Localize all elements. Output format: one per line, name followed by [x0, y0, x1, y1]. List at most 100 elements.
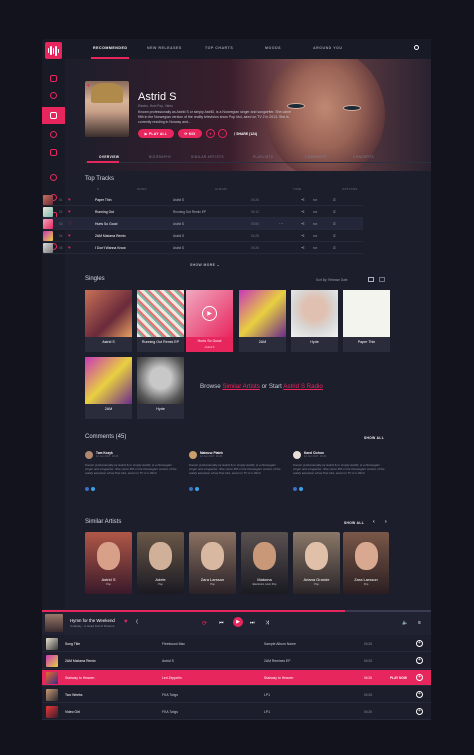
add-icon[interactable]: +	[416, 708, 423, 715]
playlist-add-icon[interactable]: ▭	[313, 197, 317, 203]
queue-add-icon[interactable]: ≡	[333, 209, 336, 214]
library-icon[interactable]	[50, 75, 57, 82]
queue-icon[interactable]: ≡	[418, 620, 421, 626]
heart-icon[interactable]: ♥	[124, 619, 128, 625]
user-icon[interactable]	[50, 131, 57, 138]
queue-album[interactable]: LP1	[264, 693, 270, 697]
single-card[interactable]: Paper Thin	[343, 290, 390, 352]
show-more-button[interactable]: SHOW MORE ⌄	[190, 263, 220, 267]
track-album[interactable]: Running Out Remix EP	[173, 210, 206, 214]
queue-album[interactable]: Stairway to Heaven	[264, 676, 293, 680]
heart-icon[interactable]: ♥	[68, 245, 71, 250]
track-title[interactable]: 2AM Matoma Remix	[95, 234, 126, 238]
single-card-active[interactable]: ▶ Hurts So Good Astrid S	[186, 290, 233, 352]
sort-dropdown[interactable]: Sort By: Release Date	[316, 278, 348, 282]
track-row[interactable]: 01 ♥ Paper Thin Astrid S 04:26 ⋖ ▭ ≡	[43, 194, 363, 206]
tab-concerts[interactable]: CONCERTS	[353, 155, 374, 159]
facebook-icon[interactable]	[85, 487, 89, 491]
chevron-left-icon[interactable]: ‹	[373, 519, 375, 525]
add-button[interactable]: +	[218, 129, 227, 138]
heart-icon[interactable]: ♡	[68, 221, 72, 227]
add-icon[interactable]: +	[416, 674, 423, 681]
single-card[interactable]: Astrid S	[85, 290, 132, 352]
track-album[interactable]: Astrid S	[173, 222, 184, 226]
heart-icon[interactable]: ♥	[68, 233, 71, 238]
volume-icon[interactable]: 🔈	[402, 620, 408, 626]
facebook-icon[interactable]	[293, 487, 297, 491]
comments-show-all[interactable]: SHOW ALL	[364, 436, 384, 440]
track-title[interactable]: Running Out	[95, 210, 114, 214]
queue-row-active[interactable]: Stairway to Heaven Led Zeppelin Stairway t…	[42, 670, 431, 686]
twitter-icon[interactable]	[91, 487, 95, 491]
queue-album[interactable]: LP1	[264, 710, 270, 714]
queue-album[interactable]: 2AM Remixes EP	[264, 659, 291, 663]
queue-row[interactable]: Song Title Fleetwood Mac Sample Album Name…	[42, 636, 431, 652]
settings-icon[interactable]	[50, 174, 57, 181]
queue-artist[interactable]: Astrid S	[162, 659, 174, 663]
add-icon[interactable]: +	[416, 691, 423, 698]
tab-biography[interactable]: BIOGRAPHY	[149, 155, 172, 159]
mix-button[interactable]: ⟳ MIX	[178, 129, 202, 138]
queue-artist[interactable]: Led Zeppelin	[162, 676, 182, 680]
track-album[interactable]: Astrid S	[173, 234, 184, 238]
tab-playlists[interactable]: PLAYLISTS	[253, 155, 273, 159]
queue-add-icon[interactable]: ≡	[333, 197, 336, 202]
more-icon[interactable]: ⋯	[279, 221, 284, 227]
single-card[interactable]: Hyde	[291, 290, 338, 352]
play-now-button[interactable]: PLAY NOW	[390, 676, 407, 680]
queue-artist[interactable]: FKA Twigs	[162, 693, 178, 697]
single-card[interactable]: Running Out Remix EP	[137, 290, 184, 352]
single-card[interactable]: Hyde	[137, 357, 184, 419]
radio-icon[interactable]	[50, 92, 57, 99]
similar-artist-card[interactable]: Adele Pop	[137, 532, 184, 594]
share-icon[interactable]: ⋖	[301, 209, 305, 215]
track-album[interactable]: Astrid S	[173, 246, 184, 250]
playback-progress[interactable]	[42, 610, 431, 612]
share-icon[interactable]: ⋖	[301, 245, 305, 251]
logo-icon[interactable]	[45, 42, 62, 59]
similar-artists-link[interactable]: Similar Artists	[222, 383, 259, 390]
queue-add-icon[interactable]: ≡	[333, 233, 336, 238]
twitter-icon[interactable]	[299, 487, 303, 491]
similar-artist-card[interactable]: Zara Larsson Pop	[189, 532, 236, 594]
favorite-button[interactable]: ♥	[206, 129, 215, 138]
track-title[interactable]: Hurts So Good	[95, 222, 117, 226]
chevron-right-icon[interactable]: ›	[385, 519, 387, 525]
sidebar-item-home[interactable]	[42, 107, 65, 124]
tab-new-releases[interactable]: NEW RELEASES	[147, 46, 182, 50]
heart-icon[interactable]: ♥	[87, 83, 90, 89]
grid-view-icon[interactable]	[368, 277, 374, 282]
next-icon[interactable]: ⏭	[250, 620, 255, 626]
tab-moods[interactable]: MOODS	[265, 46, 281, 50]
playlist-icon[interactable]	[50, 149, 57, 156]
track-title[interactable]: I Don't Wanna Know	[95, 246, 126, 250]
playlist-add-icon[interactable]: ▭	[313, 221, 317, 227]
tab-top-charts[interactable]: TOP CHARTS	[205, 46, 233, 50]
similar-artist-card[interactable]: Astrid S Pop	[85, 532, 132, 594]
previous-icon[interactable]: ⏮	[219, 620, 224, 626]
queue-row[interactable]: 2AM Matoma Remix Astrid S 2AM Remixes EP 04…	[42, 653, 431, 669]
track-row[interactable]: 04 ♥ 2AM Matoma Remix Astrid S 04:26 ⋖ ▭ ≡	[43, 230, 363, 242]
share-button[interactable]: ⟨ SHARE (124)	[234, 132, 257, 136]
tab-recommended[interactable]: RECOMMENDED	[93, 46, 127, 50]
list-view-icon[interactable]	[379, 277, 385, 282]
twitter-icon[interactable]	[195, 487, 199, 491]
facebook-icon[interactable]	[189, 487, 193, 491]
track-album[interactable]: Astrid S	[173, 198, 184, 202]
similar-artist-card[interactable]: Zara Larsson Pop	[343, 532, 389, 594]
heart-icon[interactable]: ♥	[68, 197, 71, 202]
track-row[interactable]: 05 ♥ I Don't Wanna Know Astrid S 04:26 ⋖ ▭ ≡	[43, 242, 363, 254]
single-card[interactable]: 2AM	[85, 357, 132, 419]
tab-overview[interactable]: OVERVIEW	[99, 155, 119, 159]
add-icon[interactable]: +	[416, 640, 423, 647]
share-icon[interactable]: ⋖	[301, 233, 305, 239]
add-icon[interactable]: +	[416, 657, 423, 664]
tab-around-you[interactable]: AROUND YOU	[313, 46, 343, 50]
similar-artist-card[interactable]: Ariana Grande Pop	[293, 532, 340, 594]
similar-artist-card[interactable]: Matoma Electronic, Hom Pop	[241, 532, 288, 594]
playlist-add-icon[interactable]: ▭	[313, 233, 317, 239]
shuffle-icon[interactable]: ⤨	[265, 620, 269, 626]
playlist-add-icon[interactable]: ▭	[313, 245, 317, 251]
similar-show-all[interactable]: SHOW ALL	[344, 521, 364, 525]
heart-icon[interactable]: ♥	[68, 209, 71, 214]
